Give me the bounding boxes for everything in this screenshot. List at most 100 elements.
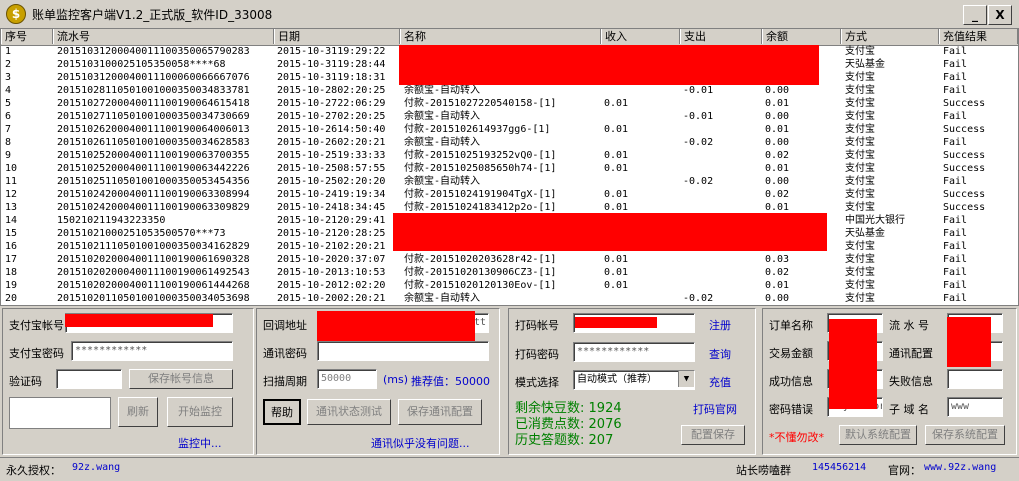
transaction-grid[interactable]: 序号 流水号 日期 名称 收入 支出 余额 方式 充值结果 1 201510312…	[0, 28, 1019, 306]
cell-income: 0.01	[604, 98, 629, 109]
flow-no-label: 流 水 号	[889, 319, 929, 332]
order-name-label: 订单名称	[769, 319, 813, 332]
cell-serial: 20151031200040011100350065790283	[57, 46, 250, 57]
redaction-block	[947, 317, 991, 367]
grid-header: 序号 流水号 日期 名称 收入 支出 余额 方式 充值结果	[1, 29, 1018, 46]
column-header-balance[interactable]: 余额	[762, 29, 841, 44]
fail-info-input[interactable]	[947, 369, 1003, 389]
cell-result: Fail	[943, 46, 968, 57]
help-button[interactable]: 帮助	[263, 399, 301, 425]
cell-date: 2015-10-2020:37:07	[277, 254, 386, 265]
website-link[interactable]: www.92z.wang	[924, 462, 996, 473]
group-value[interactable]: 145456214	[812, 462, 866, 473]
chevron-down-icon[interactable]: ▼	[678, 371, 694, 387]
scan-unit: (ms)	[383, 373, 409, 386]
cell-expense	[683, 123, 763, 136]
cell-date: 2015-10-2419:19:34	[277, 189, 386, 200]
save-system-button[interactable]: 保存系统配置	[925, 425, 1005, 445]
cell-date: 2015-10-3119:18:31	[277, 72, 386, 83]
table-row[interactable]: 10 20151025200040011100190063442226 2015-1…	[1, 162, 1018, 175]
history-answers-label: 历史答题数:	[515, 433, 585, 448]
close-button[interactable]: X	[988, 5, 1012, 25]
column-header-income[interactable]: 收入	[601, 29, 680, 44]
system-config-panel: 订单名称 流 水 号 交易金额 通讯配置 成功信息 失败信息 密码错误 key …	[762, 308, 1017, 455]
column-header-method[interactable]: 方式	[841, 29, 939, 44]
column-header-serial[interactable]: 流水号	[53, 29, 274, 44]
table-row[interactable]: 20 20151020110501001000350034053698 2015-1…	[1, 292, 1018, 305]
table-row[interactable]: 18 20151020200040011100190061492543 2015-1…	[1, 266, 1018, 279]
callback-url-label: 回调地址	[263, 319, 307, 332]
column-header-name[interactable]: 名称	[400, 29, 601, 44]
mode-select[interactable]: 自动模式（推荐） ▼	[573, 370, 695, 390]
cell-method: 支付宝	[845, 163, 875, 174]
save-config-button[interactable]: 配置保存	[681, 425, 745, 445]
cell-method: 支付宝	[845, 85, 875, 96]
default-config-button[interactable]: 默认系统配置	[839, 425, 917, 445]
cell-serial: 20151031200040011100060066667076	[57, 72, 250, 83]
history-answers: 历史答题数: 207	[515, 429, 613, 448]
cell-expense	[683, 279, 763, 292]
alipay-password-input[interactable]: ************	[71, 341, 233, 361]
column-header-expense[interactable]: 支出	[680, 29, 762, 44]
cell-date: 2015-10-2012:02:20	[277, 280, 386, 291]
cell-result: Fail	[943, 176, 968, 187]
table-row[interactable]: 8 20151026110501001000350034628583 2015-10…	[1, 136, 1018, 149]
table-row[interactable]: 12 20151024200040011100190063308994 2015-1…	[1, 188, 1018, 201]
pwd-error-label: 密码错误	[769, 403, 813, 416]
cell-balance: 0.00	[765, 176, 790, 187]
recharge-link[interactable]: 充值	[709, 374, 731, 390]
table-row[interactable]: 11 20151025110501001000350053454356 2015-1…	[1, 175, 1018, 188]
subdomain-input[interactable]: www	[947, 397, 1003, 417]
register-link[interactable]: 注册	[709, 317, 731, 333]
save-comm-button[interactable]: 保存通讯配置	[398, 399, 482, 425]
cell-index: 11	[5, 176, 18, 187]
table-row[interactable]: 4 20151028110501001000350034833781 2015-10…	[1, 84, 1018, 97]
cell-serial: 20151020200040011100190061444268	[57, 280, 250, 291]
cell-method: 天弘基金	[845, 228, 885, 239]
captcha-label: 验证码	[9, 375, 42, 388]
start-monitor-button[interactable]: 开始监控	[167, 397, 233, 427]
refresh-button[interactable]: 刷新	[118, 397, 158, 427]
table-row[interactable]: 5 20151027200040011100190064615418 2015-10…	[1, 97, 1018, 110]
subdomain-label: 子 域 名	[889, 403, 929, 416]
cell-index: 10	[5, 163, 18, 174]
save-account-button[interactable]: 保存帐号信息	[129, 369, 233, 389]
column-header-date[interactable]: 日期	[274, 29, 400, 44]
cell-income: 0.01	[604, 124, 629, 135]
official-site-link[interactable]: 打码官网	[693, 401, 737, 417]
cell-index: 14	[5, 215, 18, 226]
table-row[interactable]: 9 20151025200040011100190063700355 2015-10…	[1, 149, 1018, 162]
table-row[interactable]: 19 20151020200040011100190061444268 2015-1…	[1, 279, 1018, 292]
cell-balance: 0.00	[765, 111, 790, 122]
cell-name: 余额宝-自动转入	[404, 111, 481, 122]
cell-date: 2015-10-2614:50:40	[277, 124, 386, 135]
cell-method: 支付宝	[845, 124, 875, 135]
comm-password-input[interactable]	[317, 341, 489, 361]
redaction-block	[65, 314, 213, 327]
table-row[interactable]: 6 20151027110501001000350034730669 2015-10…	[1, 110, 1018, 123]
cell-method: 支付宝	[845, 72, 875, 83]
table-row[interactable]: 17 20151020200040011100190061690328 2015-1…	[1, 253, 1018, 266]
column-header-index[interactable]: 序号	[1, 29, 53, 44]
query-link[interactable]: 查询	[709, 346, 731, 362]
scan-period-input[interactable]: 50000	[317, 369, 377, 389]
monitor-status: 监控中...	[178, 437, 222, 450]
test-comm-button[interactable]: 通讯状态测试	[307, 399, 391, 425]
column-header-result[interactable]: 充值结果	[939, 29, 1018, 44]
table-row[interactable]: 7 20151026200040011100190064006013 2015-10…	[1, 123, 1018, 136]
cell-index: 2	[5, 59, 12, 70]
cell-method: 支付宝	[845, 241, 875, 252]
cell-balance: 0.03	[765, 254, 790, 265]
website-label: 官网：	[888, 464, 921, 477]
cell-result: Fail	[943, 85, 968, 96]
cell-date: 2015-10-2602:20:21	[277, 137, 386, 148]
cell-serial: 150210211943223350	[57, 215, 166, 226]
cell-serial: 20151020200040011100190061492543	[57, 267, 250, 278]
cell-method: 支付宝	[845, 150, 875, 161]
cell-index: 8	[5, 137, 12, 148]
captcha-input[interactable]	[56, 369, 122, 389]
cell-date: 2015-10-2519:33:33	[277, 150, 386, 161]
service-password-input[interactable]: ************	[573, 342, 695, 362]
license-value: 92z.wang	[72, 462, 121, 473]
minimize-button[interactable]: _	[963, 5, 987, 25]
